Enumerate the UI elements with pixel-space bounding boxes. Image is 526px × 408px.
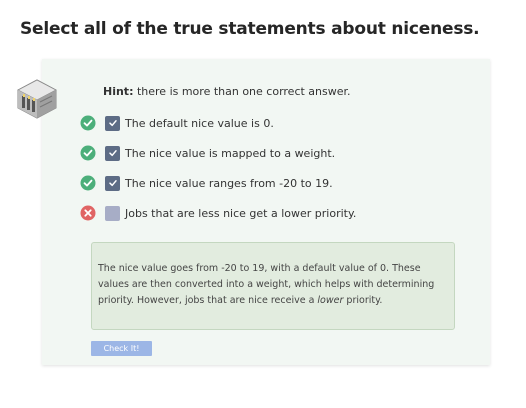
answer-label: The nice value ranges from -20 to 19.	[125, 176, 333, 190]
correct-check-icon	[80, 145, 96, 161]
answer-checkbox[interactable]	[105, 115, 120, 131]
explanation-text-end: priority.	[343, 295, 383, 306]
answer-label: The nice value is mapped to a weight.	[125, 146, 336, 160]
hint-text: Hint: there is more than one correct ans…	[103, 85, 351, 98]
correct-check-icon	[80, 115, 96, 131]
server-rack-icon	[17, 79, 57, 119]
incorrect-x-icon	[80, 205, 96, 221]
answer-checkbox[interactable]	[105, 175, 120, 191]
checkmark-icon	[108, 180, 117, 187]
explanation-emphasis: lower	[317, 295, 344, 306]
correct-check-icon	[80, 175, 96, 191]
question-title: Select all of the true statements about …	[20, 19, 480, 39]
answer-label: The default nice value is 0.	[125, 116, 274, 130]
checkmark-icon	[108, 120, 117, 127]
answer-option[interactable]: The nice value is mapped to a weight.	[80, 144, 335, 162]
hint-body: there is more than one correct answer.	[133, 85, 351, 98]
checkmark-icon	[108, 150, 117, 157]
answer-label: Jobs that are less nice get a lower prio…	[125, 206, 357, 220]
explanation-text: The nice value goes from -20 to 19, with…	[98, 263, 435, 306]
answer-option[interactable]: The default nice value is 0.	[80, 114, 274, 132]
answer-checkbox[interactable]	[105, 205, 120, 221]
answer-option[interactable]: The nice value ranges from -20 to 19.	[80, 174, 333, 192]
hint-label: Hint:	[103, 85, 134, 98]
answer-checkbox[interactable]	[105, 145, 120, 161]
answer-option[interactable]: Jobs that are less nice get a lower prio…	[80, 204, 356, 222]
explanation-box: The nice value goes from -20 to 19, with…	[91, 242, 455, 330]
check-it-button[interactable]: Check It!	[91, 341, 152, 356]
